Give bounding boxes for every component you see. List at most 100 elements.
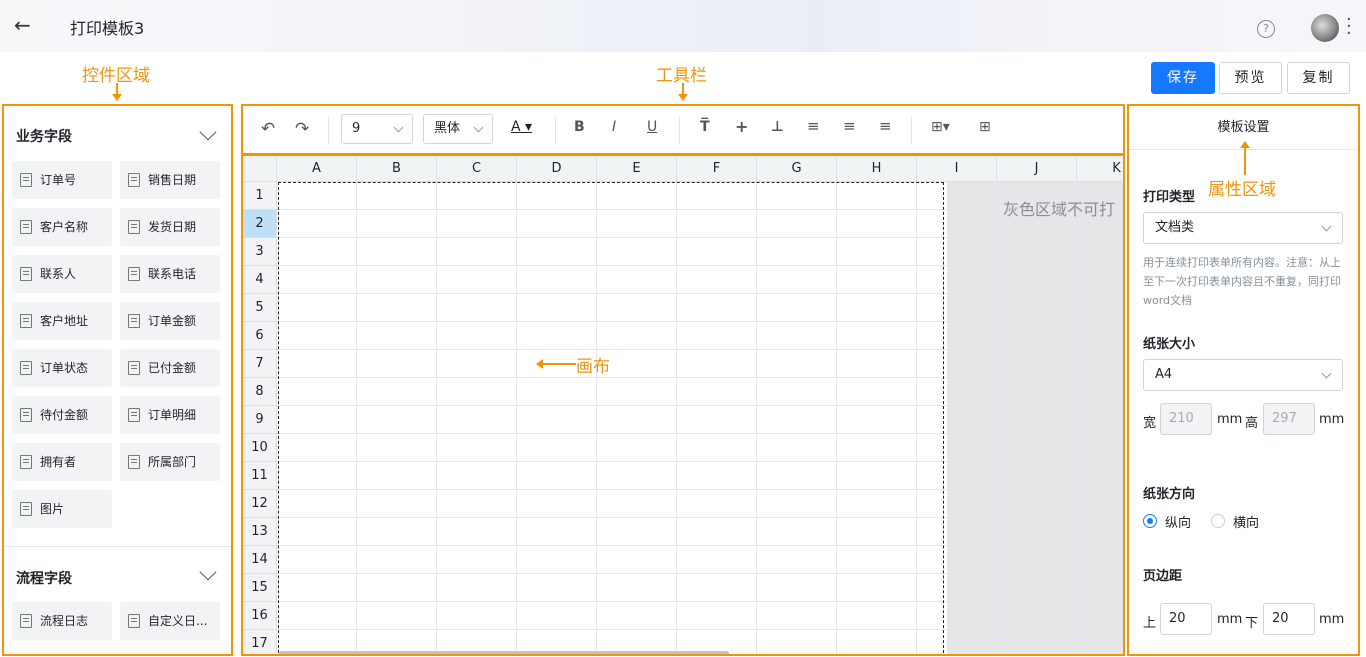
field-tile[interactable]: 销售日期 bbox=[120, 161, 220, 199]
align-top-icon[interactable]: T̅ bbox=[700, 119, 710, 135]
align-center-icon[interactable]: ≡ bbox=[843, 117, 856, 135]
column-header[interactable]: G bbox=[757, 156, 837, 182]
avatar[interactable] bbox=[1311, 14, 1339, 42]
row-header[interactable]: 14 bbox=[243, 546, 277, 574]
field-label: 待付金额 bbox=[40, 408, 89, 422]
width-input[interactable]: 210 bbox=[1160, 403, 1212, 435]
row-header[interactable]: 11 bbox=[243, 462, 277, 490]
row-header[interactable]: 8 bbox=[243, 378, 277, 406]
margin-top-input[interactable]: 20 bbox=[1160, 603, 1212, 635]
chevron-down-icon[interactable] bbox=[199, 563, 217, 581]
help-icon[interactable]: ? bbox=[1257, 20, 1275, 38]
print-type-select[interactable]: 文档类 bbox=[1143, 212, 1343, 244]
copy-button[interactable]: 复制 bbox=[1287, 62, 1350, 94]
redo-icon[interactable]: ↷ bbox=[295, 119, 309, 139]
column-header[interactable]: F bbox=[677, 156, 757, 182]
field-tile[interactable]: 客户名称 bbox=[12, 208, 112, 246]
row-header[interactable]: 2 bbox=[243, 210, 277, 238]
align-middle-icon[interactable]: + bbox=[735, 117, 748, 136]
field-tile[interactable]: 订单号 bbox=[12, 161, 112, 199]
more-menu-icon[interactable]: · · · bbox=[1346, 11, 1352, 43]
margin-top-label: 上 bbox=[1143, 616, 1157, 631]
field-tile[interactable]: 流程日志 bbox=[12, 602, 112, 640]
font-color-icon[interactable]: A ▾ bbox=[511, 119, 532, 135]
back-arrow-icon[interactable]: ← bbox=[14, 14, 36, 36]
landscape-radio[interactable] bbox=[1211, 514, 1225, 528]
height-input[interactable]: 297 bbox=[1263, 403, 1315, 435]
field-tile[interactable]: 待付金额 bbox=[12, 396, 112, 434]
field-label: 所属部门 bbox=[148, 455, 197, 469]
column-header[interactable]: H bbox=[837, 156, 917, 182]
page-title: 打印模板3 bbox=[70, 19, 145, 38]
portrait-radio[interactable] bbox=[1143, 514, 1157, 528]
column-header[interactable]: B bbox=[357, 156, 437, 182]
field-tile[interactable]: 客户地址 bbox=[12, 302, 112, 340]
field-tile[interactable]: 自定义日... bbox=[120, 602, 220, 640]
field-icon bbox=[128, 614, 140, 628]
field-tile[interactable]: 所属部门 bbox=[120, 443, 220, 481]
row-header[interactable]: 16 bbox=[243, 602, 277, 630]
field-tile[interactable]: 已付金额 bbox=[120, 349, 220, 387]
row-header[interactable]: 3 bbox=[243, 238, 277, 266]
preview-button[interactable]: 预览 bbox=[1219, 62, 1282, 94]
horizontal-scrollbar[interactable] bbox=[279, 651, 729, 654]
field-icon bbox=[128, 361, 140, 375]
column-header[interactable]: A bbox=[277, 156, 357, 182]
row-header[interactable]: 15 bbox=[243, 574, 277, 602]
font-size-select[interactable]: 9 bbox=[341, 114, 413, 144]
column-header[interactable]: C bbox=[437, 156, 517, 182]
bold-icon[interactable]: B bbox=[574, 119, 585, 135]
column-header[interactable]: K bbox=[1077, 156, 1123, 182]
field-label: 已付金额 bbox=[148, 361, 197, 375]
row-header[interactable]: 12 bbox=[243, 490, 277, 518]
border-icon[interactable]: ⊞▾ bbox=[931, 119, 950, 135]
undo-icon[interactable]: ↶ bbox=[261, 119, 275, 139]
field-tile[interactable]: 图片 bbox=[12, 490, 112, 528]
column-header[interactable]: J bbox=[997, 156, 1077, 182]
field-tile[interactable]: 联系人 bbox=[12, 255, 112, 293]
row-header[interactable]: 7 bbox=[243, 350, 277, 378]
field-icon bbox=[20, 408, 32, 422]
row-header[interactable]: 4 bbox=[243, 266, 277, 294]
row-header[interactable]: 6 bbox=[243, 322, 277, 350]
row-header[interactable]: 10 bbox=[243, 434, 277, 462]
merge-cells-icon[interactable]: ⊞ bbox=[979, 119, 991, 135]
portrait-label: 纵向 bbox=[1165, 516, 1192, 531]
row-header[interactable]: 13 bbox=[243, 518, 277, 546]
field-tile[interactable]: 拥有者 bbox=[12, 443, 112, 481]
field-icon bbox=[20, 314, 32, 328]
font-family-value: 黑体 bbox=[434, 121, 461, 136]
column-header[interactable]: D bbox=[517, 156, 597, 182]
row-header[interactable]: 1 bbox=[243, 182, 277, 210]
print-type-value: 文档类 bbox=[1155, 220, 1195, 235]
field-tile[interactable]: 订单金额 bbox=[120, 302, 220, 340]
paper-size-select[interactable]: A4 bbox=[1143, 359, 1343, 391]
field-label: 联系人 bbox=[40, 267, 77, 281]
margin-bottom-input[interactable]: 20 bbox=[1263, 603, 1315, 635]
chevron-down-icon[interactable] bbox=[199, 123, 217, 141]
row-header[interactable]: 5 bbox=[243, 294, 277, 322]
align-bottom-icon[interactable]: ⊥ bbox=[771, 119, 784, 135]
field-tile[interactable]: 发货日期 bbox=[120, 208, 220, 246]
row-header[interactable]: 9 bbox=[243, 406, 277, 434]
italic-icon[interactable]: I bbox=[612, 119, 616, 135]
column-header[interactable]: E bbox=[597, 156, 677, 182]
align-left-icon[interactable]: ≡ bbox=[807, 117, 820, 135]
canvas[interactable]: ABCDEFGHIJK 1 2 3 4 5 6 7 8 9 10 11 12 13 14 15 16 17 灰色… bbox=[241, 154, 1125, 656]
row-header[interactable]: 17 bbox=[243, 630, 277, 654]
annotation-arrow-head bbox=[536, 359, 543, 369]
column-header[interactable]: I bbox=[917, 156, 997, 182]
font-family-select[interactable]: 黑体 bbox=[423, 114, 493, 144]
paper-size-value: A4 bbox=[1155, 367, 1173, 382]
annotation-arrow-line bbox=[1244, 147, 1246, 175]
align-right-icon[interactable]: ≡ bbox=[879, 117, 892, 135]
field-tile[interactable]: 订单状态 bbox=[12, 349, 112, 387]
chevron-down-icon bbox=[1321, 368, 1332, 379]
field-tile[interactable]: 联系电话 bbox=[120, 255, 220, 293]
field-label: 订单明细 bbox=[148, 408, 197, 422]
field-label: 销售日期 bbox=[148, 173, 197, 187]
underline-icon[interactable]: U bbox=[647, 119, 657, 135]
margin-bottom-unit: mm bbox=[1319, 612, 1345, 627]
save-button[interactable]: 保存 bbox=[1151, 62, 1215, 94]
field-tile[interactable]: 订单明细 bbox=[120, 396, 220, 434]
